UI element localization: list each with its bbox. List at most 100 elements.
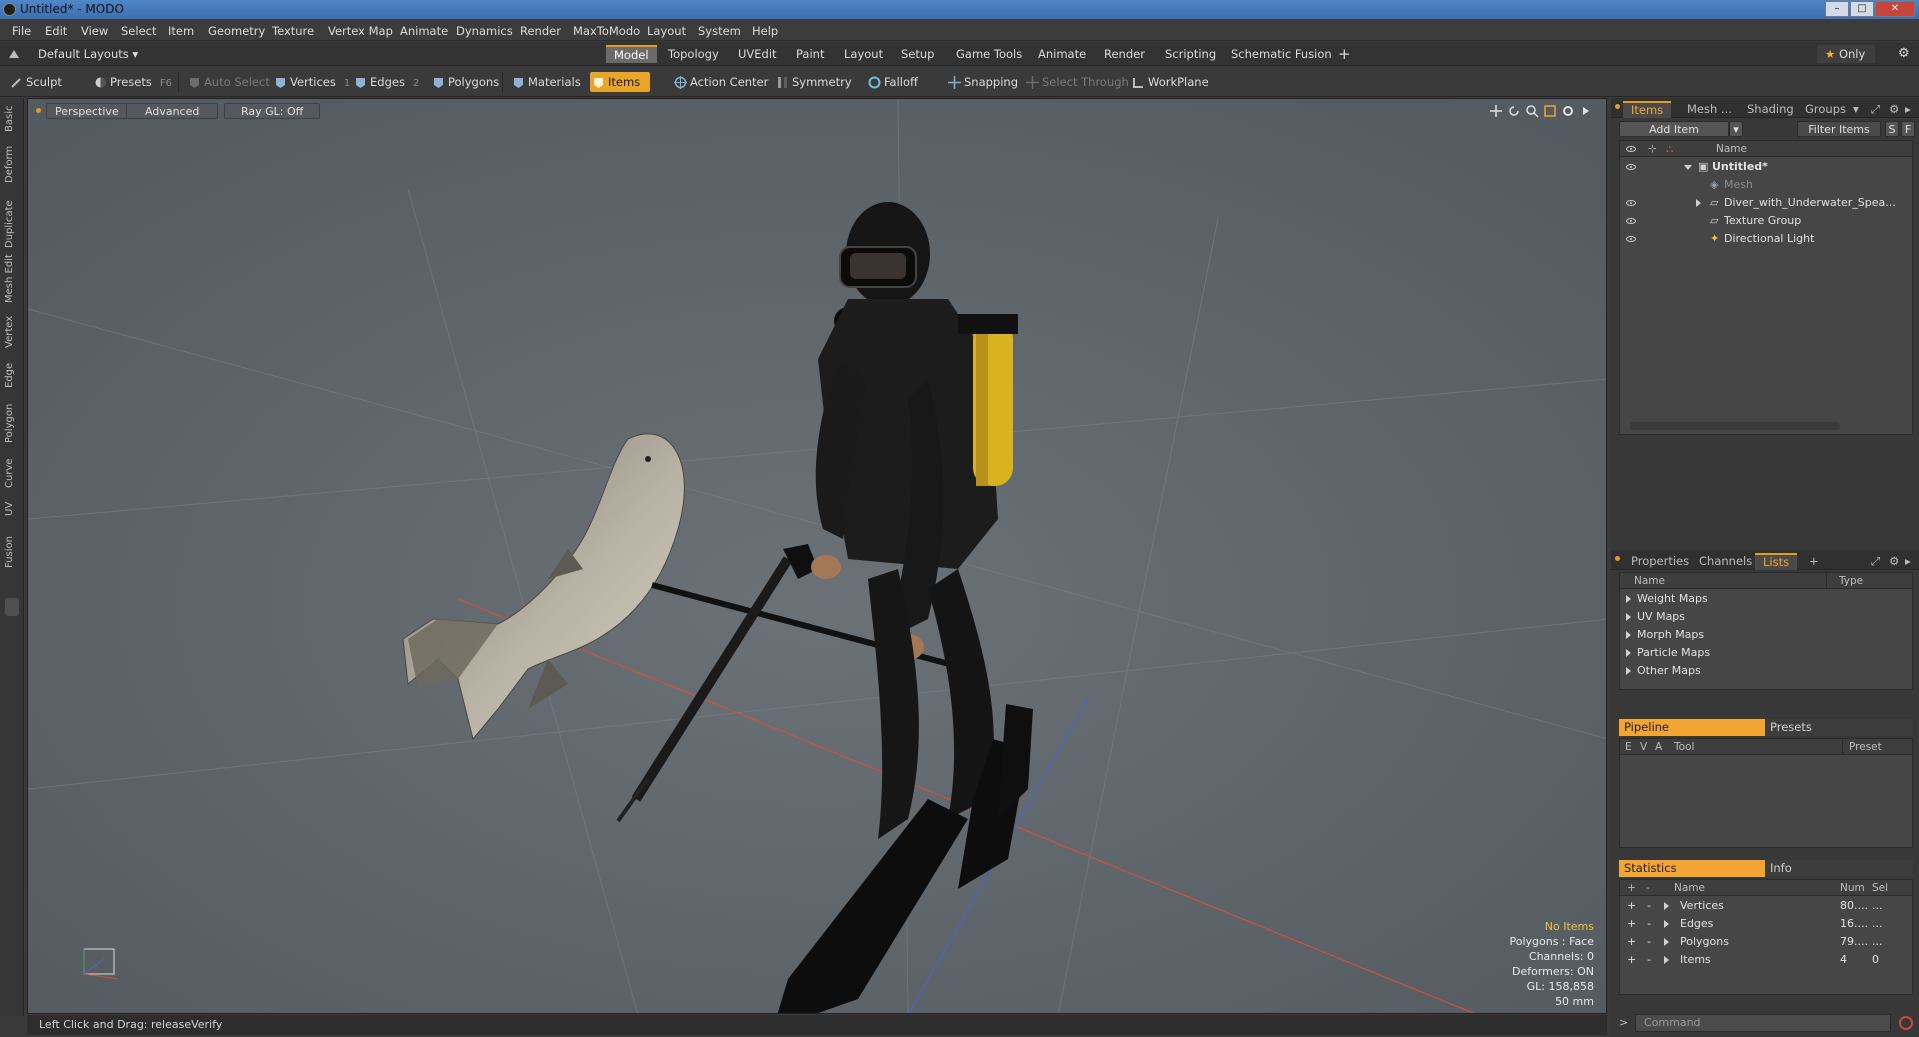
left-strip-toggle[interactable] [5, 598, 19, 616]
fit-view-icon[interactable] [1543, 104, 1557, 118]
menu-system[interactable]: System [698, 24, 741, 38]
auto-select-button[interactable]: Auto Select [186, 72, 270, 92]
polygons-button[interactable]: Polygons [430, 72, 499, 92]
close-icon[interactable]: ✕ [1875, 1, 1915, 17]
filter-items-input[interactable]: Filter Items [1797, 121, 1881, 137]
visibility-eye-icon[interactable] [1626, 236, 1636, 242]
vertex-map-list[interactable]: Name Type Weight Maps UV Maps Morph Maps… [1619, 572, 1913, 690]
menu-file[interactable]: File [12, 24, 31, 38]
expand-arrow-icon[interactable] [1626, 649, 1631, 657]
expand-arrow-icon[interactable] [1626, 667, 1631, 675]
tooltab-basic[interactable]: Basic [4, 106, 15, 132]
tooltab-uv[interactable]: UV [4, 502, 15, 516]
stat-remove-button[interactable]: - [1647, 915, 1651, 933]
tab-layout[interactable]: Layout [836, 45, 891, 63]
menu-edit[interactable]: Edit [45, 24, 67, 38]
visibility-eye-icon[interactable] [1626, 218, 1636, 224]
stat-remove-button[interactable]: - [1647, 897, 1651, 915]
statistics-list[interactable]: + - Name Num Sel + - Vertices 80.... ...… [1619, 879, 1913, 995]
edges-button[interactable]: Edges 2 [352, 72, 419, 92]
viewport-menu-dot-icon[interactable] [36, 103, 46, 119]
tab-presets[interactable]: Presets [1765, 719, 1913, 736]
tab-shading[interactable]: Shading [1739, 101, 1802, 118]
select-through-button[interactable]: Select Through [1024, 72, 1129, 92]
tree-row-mesh[interactable]: ◈ Mesh [1620, 176, 1912, 194]
tab-model[interactable]: Model [606, 45, 657, 63]
collapse-arrow-icon[interactable] [1684, 164, 1692, 170]
menu-render[interactable]: Render [520, 24, 561, 38]
tab-animate[interactable]: Animate [1030, 45, 1094, 63]
command-history-icon[interactable] [1899, 1016, 1913, 1030]
default-layouts-dropdown[interactable]: Default Layouts ▾ [30, 45, 146, 63]
menu-dynamics[interactable]: Dynamics [456, 24, 513, 38]
expand-arrow-icon[interactable] [1626, 613, 1631, 621]
layout-lock-icon[interactable] [9, 48, 19, 58]
tree-row-texture-group[interactable]: ▱ Texture Group [1620, 212, 1912, 230]
tooltab-mesh-edit[interactable]: Mesh Edit [4, 254, 15, 303]
stat-add-button[interactable]: + [1627, 933, 1636, 951]
stat-add-button[interactable]: + [1627, 951, 1636, 969]
tooltab-curve[interactable]: Curve [4, 458, 15, 488]
tab-channels[interactable]: Channels [1691, 553, 1760, 570]
list-item-morph-maps[interactable]: Morph Maps [1626, 626, 1704, 644]
add-tab-button[interactable]: + [1330, 45, 1359, 63]
visibility-eye-icon[interactable] [1626, 164, 1636, 170]
only-toggle[interactable]: ★ Only [1817, 45, 1875, 63]
minimize-icon[interactable]: – [1825, 1, 1849, 17]
item-list[interactable]: ⊹ ⛬ Name ▣ Untitled* ◈ Mesh ▱ Diver_with… [1619, 140, 1913, 435]
menu-view[interactable]: View [81, 24, 108, 38]
filter-s-button[interactable]: S [1885, 121, 1899, 137]
tab-lists[interactable]: Lists [1755, 553, 1798, 570]
tab-render[interactable]: Render [1096, 45, 1153, 63]
pan-icon[interactable] [1489, 104, 1503, 118]
snapping-button[interactable]: Snapping [946, 72, 1018, 92]
list-item-uv-maps[interactable]: UV Maps [1626, 608, 1685, 626]
raygl-toggle[interactable]: Ray GL: Off [224, 103, 321, 119]
list-item-weight-maps[interactable]: Weight Maps [1626, 590, 1708, 608]
command-input[interactable]: Command [1635, 1014, 1891, 1032]
filter-f-button[interactable]: F [1901, 121, 1915, 137]
viewport-settings-gear-icon[interactable] [1561, 104, 1575, 118]
tab-info[interactable]: Info [1765, 860, 1913, 877]
tab-items[interactable]: Items [1623, 101, 1672, 118]
tab-game-tools[interactable]: Game Tools [948, 45, 1030, 63]
tab-pipeline[interactable]: Pipeline [1619, 719, 1765, 736]
action-center-button[interactable]: Action Center [672, 72, 768, 92]
vertices-button[interactable]: Vertices 1 [272, 72, 350, 92]
layout-settings-gear-icon[interactable]: ⚙ [1890, 45, 1918, 63]
tab-properties[interactable]: Properties [1623, 553, 1697, 570]
expand-arrow-icon[interactable] [1664, 956, 1669, 964]
tree-row-untitled[interactable]: ▣ Untitled* [1620, 158, 1912, 176]
tab-paint[interactable]: Paint [788, 45, 832, 63]
shading-mode-dropdown[interactable]: Advanced [126, 103, 219, 119]
3d-viewport[interactable]: Perspective Advanced Ray GL: Off No Item… [27, 98, 1607, 1014]
menu-select[interactable]: Select [121, 24, 156, 38]
item-list-scrollbar[interactable] [1630, 422, 1840, 430]
menu-help[interactable]: Help [752, 24, 778, 38]
falloff-button[interactable]: Falloff [866, 72, 918, 92]
tab-setup[interactable]: Setup [893, 45, 942, 63]
panel-gear-icon[interactable]: ⚙ [1889, 101, 1899, 118]
tabs-overflow-arrow-icon[interactable]: ▾ [1845, 101, 1867, 118]
maximize-icon[interactable]: □ [1850, 1, 1874, 17]
menu-vertex-map[interactable]: Vertex Map [328, 24, 393, 38]
presets-button[interactable]: Presets F6 [92, 72, 172, 92]
tooltab-polygon[interactable]: Polygon [4, 404, 15, 443]
add-item-dropdown[interactable]: Add Item [1619, 121, 1729, 137]
list-item-other-maps[interactable]: Other Maps [1626, 662, 1701, 680]
panel-menu-dot-icon[interactable] [1615, 556, 1620, 561]
stat-add-button[interactable]: + [1627, 897, 1636, 915]
menu-geometry[interactable]: Geometry [208, 24, 265, 38]
sculpt-button[interactable]: Sculpt [8, 72, 62, 92]
tab-statistics[interactable]: Statistics [1619, 860, 1765, 877]
panel-arrow-icon[interactable]: ▸ [1905, 101, 1911, 118]
expand-arrow-icon[interactable] [1696, 199, 1701, 207]
stat-row-vertices[interactable]: + - Vertices 80.... ... [1620, 897, 1912, 915]
expand-arrow-icon[interactable] [1664, 938, 1669, 946]
panel-maximize-icon[interactable]: ⤢ [1871, 553, 1880, 570]
stat-row-polygons[interactable]: + - Polygons 79.... ... [1620, 933, 1912, 951]
tab-topology[interactable]: Topology [660, 45, 727, 63]
symmetry-button[interactable]: Symmetry [774, 72, 852, 92]
tooltab-vertex[interactable]: Vertex [4, 316, 15, 348]
stat-row-edges[interactable]: + - Edges 16.... ... [1620, 915, 1912, 933]
